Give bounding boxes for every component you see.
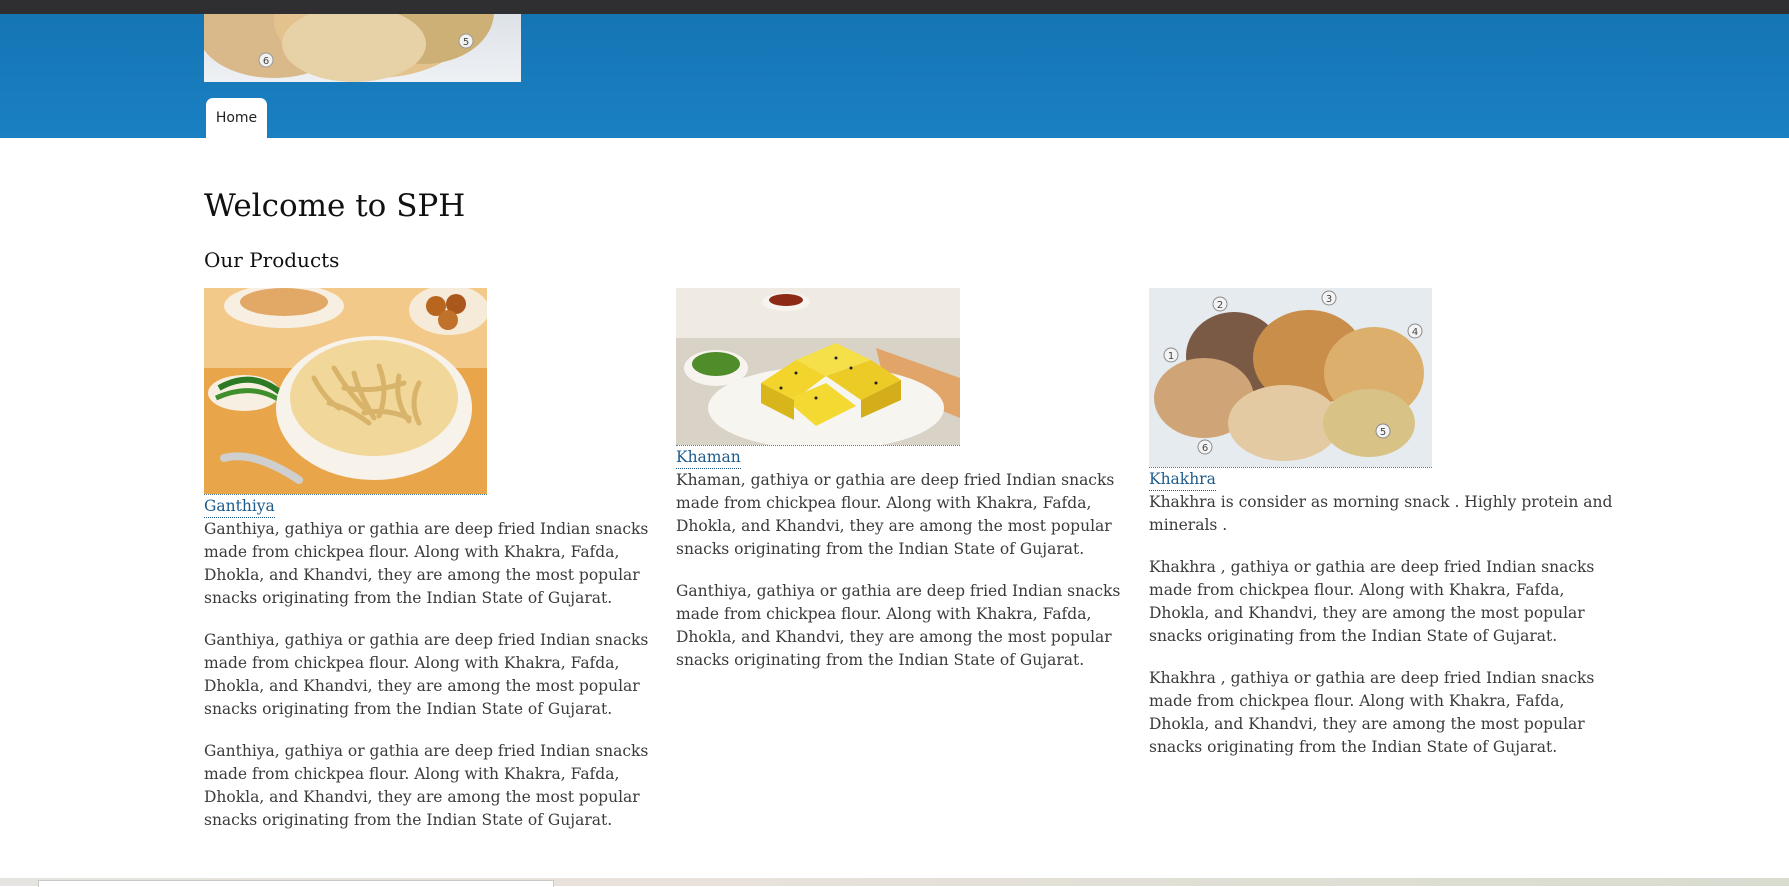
tab-home[interactable]: Home <box>206 98 267 138</box>
page-title: Welcome to SPH <box>204 188 466 224</box>
header-banner-image[interactable]: 6 5 <box>204 14 521 82</box>
khakhra-description-1: Khakhra is consider as morning snack . H… <box>1149 493 1613 534</box>
product-ganthiya: Ganthiya Ganthiya, gathiya or gathia are… <box>204 288 676 851</box>
browser-top-bar <box>0 0 1789 14</box>
khakhra-number-1: 1 <box>1168 351 1174 362</box>
product-link-khaman[interactable]: Khaman <box>676 446 741 469</box>
banner-khakhra-image: 6 5 <box>204 14 494 82</box>
product-link-khakhra[interactable]: Khakhra <box>1149 468 1216 491</box>
khaman-image[interactable] <box>676 288 960 446</box>
khaman-description-2: Ganthiya, gathiya or gathia are deep fri… <box>676 582 1121 669</box>
khakhra-number-5: 5 <box>1380 427 1386 438</box>
banner-number-6: 6 <box>263 56 269 67</box>
khakhra-number-3: 3 <box>1326 294 1332 305</box>
ganthiya-description-3: Ganthiya, gathiya or gathia are deep fri… <box>204 742 649 829</box>
product-link-ganthiya[interactable]: Ganthiya <box>204 495 275 518</box>
product-khaman: Khaman Khaman, gathiya or gathia are dee… <box>676 288 1148 691</box>
khakhra-description-3: Khakhra , gathiya or gathia are deep fri… <box>1149 669 1595 756</box>
page-subtitle: Our Products <box>204 248 340 272</box>
khakhra-image[interactable]: 1 2 3 4 5 6 <box>1149 288 1432 468</box>
khakhra-number-2: 2 <box>1217 300 1223 311</box>
khakhra-number-6: 6 <box>1202 443 1208 454</box>
banner-number-5: 5 <box>463 37 469 48</box>
ganthiya-image[interactable] <box>204 288 487 495</box>
ganthiya-description-1: Ganthiya, gathiya or gathia are deep fri… <box>204 520 649 607</box>
site-header: 6 5 Home <box>0 14 1789 138</box>
ganthiya-description-2: Ganthiya, gathiya or gathia are deep fri… <box>204 631 649 718</box>
product-khakhra: 1 2 3 4 5 6 Khakhra Khakhra is consider … <box>1149 288 1621 778</box>
khakhra-description-2: Khakhra , gathiya or gathia are deep fri… <box>1149 558 1595 645</box>
khaman-description-1: Khaman, gathiya or gathia are deep fried… <box>676 471 1115 558</box>
khakhra-number-4: 4 <box>1412 327 1418 338</box>
